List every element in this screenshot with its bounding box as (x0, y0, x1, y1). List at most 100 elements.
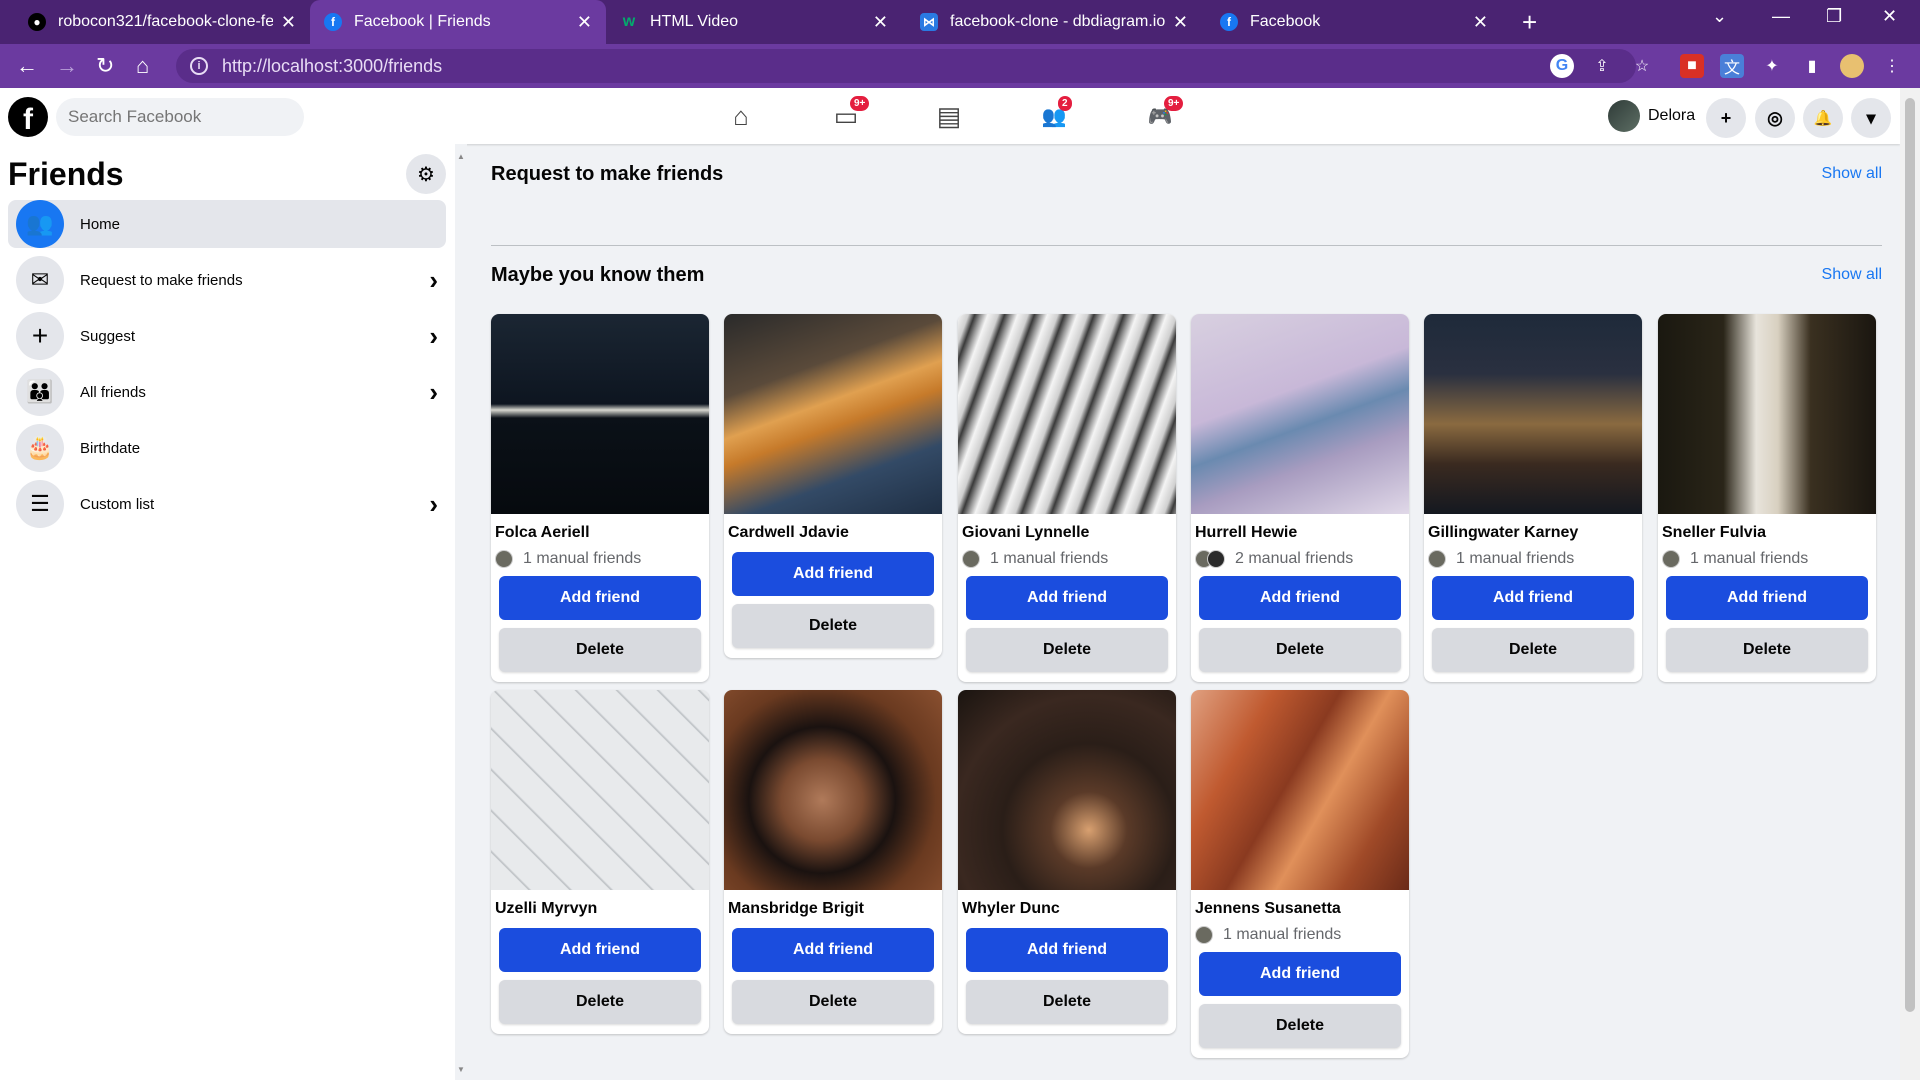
sidebar-item-home[interactable]: 👥 Home (8, 200, 446, 248)
delete-button[interactable]: Delete (966, 980, 1168, 1024)
profile-avatar-icon[interactable] (1840, 54, 1864, 78)
sidebar-item-all-friends[interactable]: 👪 All friends › (8, 368, 446, 416)
nav-groups-icon[interactable]: 👥 2 (1024, 96, 1084, 132)
browser-tab-friends[interactable]: f Facebook | Friends ✕ (310, 0, 606, 44)
profile-photo[interactable] (958, 690, 1176, 890)
browser-tab-facebook[interactable]: f Facebook ✕ (1206, 0, 1502, 44)
add-friend-button[interactable]: Add friend (1199, 576, 1401, 620)
maximize-icon[interactable]: ❐ (1826, 6, 1842, 27)
friend-name[interactable]: Gillingwater Karney (1424, 514, 1642, 544)
settings-button[interactable]: ⚙ (406, 154, 446, 194)
address-bar[interactable]: i http://localhost:3000/friends (176, 49, 1636, 83)
site-info-icon[interactable]: i (190, 57, 208, 75)
add-friend-button[interactable]: Add friend (1199, 952, 1401, 996)
delete-button[interactable]: Delete (1199, 628, 1401, 672)
extensions-puzzle-icon[interactable]: ✦ (1760, 54, 1784, 78)
home-button-icon[interactable]: ⌂ (136, 52, 149, 80)
scrollbar-thumb[interactable] (1905, 98, 1915, 1012)
window-close-icon[interactable]: ✕ (1882, 6, 1897, 27)
notifications-button[interactable]: 🔔 (1803, 98, 1843, 138)
share-icon[interactable]: ⇪ (1590, 54, 1614, 78)
sliders-icon: ☰ (16, 480, 64, 528)
add-friend-button[interactable]: Add friend (499, 928, 701, 972)
delete-button[interactable]: Delete (1666, 628, 1868, 672)
reload-icon[interactable]: ↻ (96, 52, 114, 80)
nav-home-icon[interactable]: ⌂ (711, 100, 771, 132)
profile-photo[interactable] (1191, 314, 1409, 514)
sidebar-item-suggest[interactable]: + Suggest › (8, 312, 446, 360)
sidebar-item-custom-list[interactable]: ☰ Custom list › (8, 480, 446, 528)
browser-tab-dbdiagram[interactable]: ⋈ facebook-clone - dbdiagram.io ✕ (906, 0, 1202, 44)
add-friend-button[interactable]: Add friend (732, 552, 934, 596)
w3schools-icon: w (622, 13, 636, 30)
back-icon[interactable]: ← (16, 52, 38, 80)
delete-button[interactable]: Delete (1432, 628, 1634, 672)
forward-icon[interactable]: → (56, 52, 78, 80)
close-icon[interactable]: ✕ (1173, 12, 1188, 33)
friend-suggestion-card: Cardwell Jdavie Add friend Delete (724, 314, 942, 658)
suggestions-show-all-link[interactable]: Show all (1822, 266, 1882, 284)
requests-show-all-link[interactable]: Show all (1822, 165, 1882, 183)
friend-name[interactable]: Mansbridge Brigit (724, 890, 942, 920)
google-icon[interactable]: G (1550, 54, 1574, 78)
page-scrollbar[interactable] (1900, 88, 1920, 1080)
profile-photo[interactable] (1191, 690, 1409, 890)
facebook-logo[interactable]: f (8, 97, 48, 137)
messenger-button[interactable]: ◎ (1755, 98, 1795, 138)
delete-button[interactable]: Delete (499, 980, 701, 1024)
scroll-up-icon[interactable]: ▲ (457, 152, 465, 161)
sidebar-scrollbar[interactable]: ▲ ▼ (455, 144, 467, 1080)
translate-icon[interactable]: 文 (1720, 54, 1744, 78)
minimize-icon[interactable]: — (1772, 6, 1790, 27)
close-icon[interactable]: ✕ (577, 12, 592, 33)
profile-chip[interactable]: Delora (1608, 98, 1695, 134)
friend-name[interactable]: Sneller Fulvia (1658, 514, 1876, 544)
friend-name[interactable]: Uzelli Myrvyn (491, 890, 709, 920)
browser-tab-html-video[interactable]: w HTML Video ✕ (606, 0, 902, 44)
friend-name[interactable]: Whyler Dunc (958, 890, 1176, 920)
profile-photo[interactable] (724, 690, 942, 890)
add-friend-button[interactable]: Add friend (1666, 576, 1868, 620)
close-icon[interactable]: ✕ (281, 12, 296, 33)
extension-red-icon[interactable]: ■ (1680, 54, 1704, 78)
add-friend-button[interactable]: Add friend (1432, 576, 1634, 620)
account-menu-button[interactable]: ▾ (1851, 98, 1891, 138)
profile-photo[interactable] (1424, 314, 1642, 514)
profile-photo[interactable] (491, 314, 709, 514)
friend-name[interactable]: Hurrell Hewie (1191, 514, 1409, 544)
friend-name[interactable]: Folca Aeriell (491, 514, 709, 544)
scroll-down-icon[interactable]: ▼ (457, 1065, 465, 1074)
notification-badge: 9+ (850, 96, 870, 111)
side-panel-icon[interactable]: ▮ (1800, 54, 1824, 78)
tab-search-icon[interactable]: ⌄ (1712, 6, 1727, 27)
add-friend-button[interactable]: Add friend (732, 928, 934, 972)
kebab-menu-icon[interactable]: ⋮ (1880, 54, 1904, 78)
sidebar-item-birthdate[interactable]: 🎂 Birthdate (8, 424, 446, 472)
new-tab-button[interactable]: + (1522, 8, 1537, 36)
profile-photo[interactable] (724, 314, 942, 514)
profile-photo[interactable] (1658, 314, 1876, 514)
delete-button[interactable]: Delete (966, 628, 1168, 672)
sidebar-item-requests[interactable]: ✉ Request to make friends › (8, 256, 446, 304)
friend-name[interactable]: Giovani Lynnelle (958, 514, 1176, 544)
nav-gaming-icon[interactable]: 🎮 9+ (1130, 96, 1190, 132)
add-friend-button[interactable]: Add friend (966, 928, 1168, 972)
nav-marketplace-icon[interactable]: ▤ (919, 100, 979, 132)
bookmark-star-icon[interactable]: ☆ (1630, 54, 1654, 78)
friend-name[interactable]: Jennens Susanetta (1191, 890, 1409, 920)
friend-name[interactable]: Cardwell Jdavie (724, 514, 942, 544)
search-input[interactable] (56, 98, 304, 136)
profile-photo[interactable] (491, 690, 709, 890)
close-icon[interactable]: ✕ (873, 12, 888, 33)
create-button[interactable]: + (1706, 98, 1746, 138)
profile-photo[interactable] (958, 314, 1176, 514)
add-friend-button[interactable]: Add friend (499, 576, 701, 620)
delete-button[interactable]: Delete (499, 628, 701, 672)
delete-button[interactable]: Delete (1199, 1004, 1401, 1048)
close-icon[interactable]: ✕ (1473, 12, 1488, 33)
delete-button[interactable]: Delete (732, 980, 934, 1024)
add-friend-button[interactable]: Add friend (966, 576, 1168, 620)
browser-tab-github[interactable]: ● robocon321/facebook-clone-fe ✕ (14, 0, 310, 44)
delete-button[interactable]: Delete (732, 604, 934, 648)
nav-watch-icon[interactable]: ▭ 9+ (816, 96, 876, 132)
